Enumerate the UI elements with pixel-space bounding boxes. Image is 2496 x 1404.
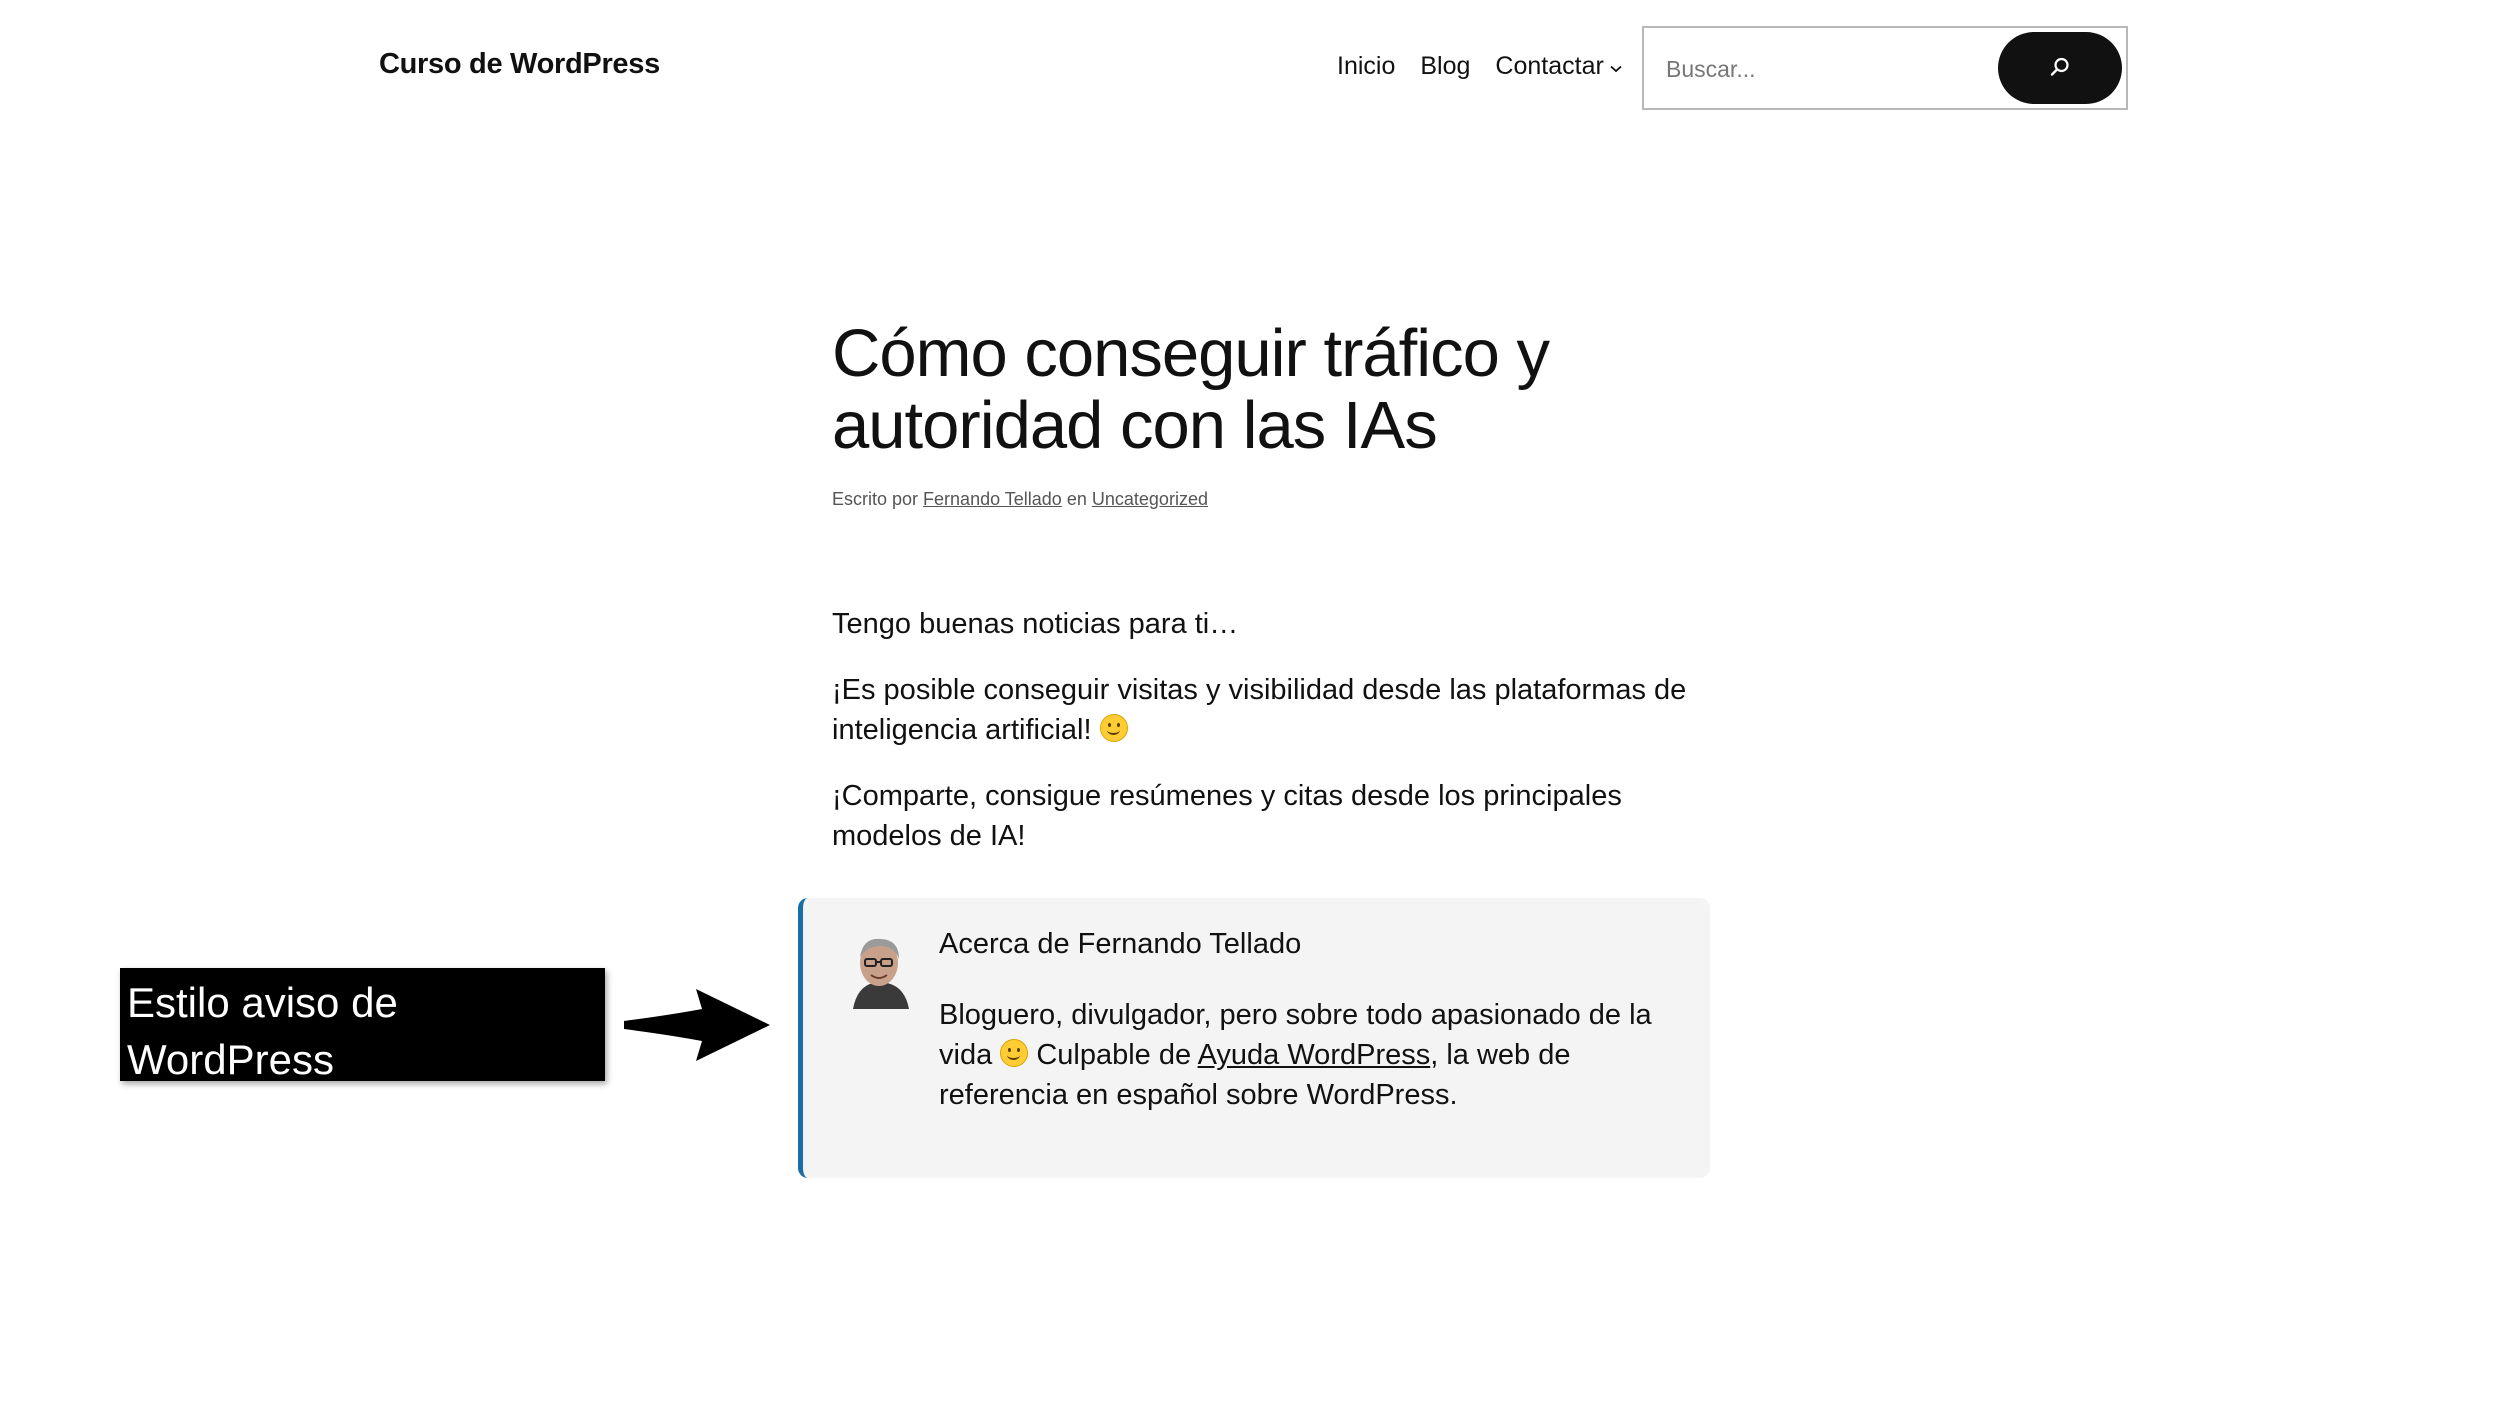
author-box-heading: Acerca de Fernando Tellado — [939, 928, 1302, 960]
smiley-emoji-icon — [1099, 714, 1128, 742]
avatar — [843, 931, 917, 1009]
author-link[interactable]: Fernando Tellado — [923, 489, 1062, 509]
annotation-callout: Estilo aviso de WordPress con borde azul — [120, 968, 605, 1140]
nav-item-inicio[interactable]: Inicio — [1337, 52, 1395, 81]
post-title: Cómo conseguir tráfico y autoridad con l… — [832, 316, 1550, 463]
callout-line: Estilo aviso de WordPress — [127, 979, 398, 1083]
paragraph-text: Tengo buenas noticias para ti… — [832, 608, 1239, 640]
author-bio-text: Culpable de — [1028, 1039, 1198, 1071]
post-content: Tengo buenas noticias para ti… ¡Es posib… — [832, 604, 1712, 882]
callout-line: con borde azul — [127, 1093, 403, 1140]
category-link[interactable]: Uncategorized — [1092, 489, 1208, 509]
chevron-down-icon — [1610, 60, 1622, 76]
byline-middle: en — [1066, 489, 1087, 509]
paragraph-text: ¡Comparte, consigue resúmenes y citas de… — [832, 780, 1622, 852]
search-form — [1642, 26, 2128, 110]
author-bio: Bloguero, divulgador, pero sobre todo ap… — [939, 995, 1679, 1115]
site-title[interactable]: Curso de WordPress — [379, 48, 660, 81]
search-button[interactable] — [1998, 32, 2122, 104]
paragraph: ¡Es posible conseguir visitas y visibili… — [832, 670, 1712, 750]
search-input[interactable] — [1664, 46, 1988, 92]
nav-item-blog[interactable]: Blog — [1420, 52, 1470, 81]
smiley-emoji-icon — [1000, 1039, 1029, 1067]
post-byline: Escrito por Fernando Tellado en Uncatego… — [832, 489, 1208, 510]
main-nav: Inicio Blog Contactar — [1337, 52, 1622, 81]
search-icon — [2049, 56, 2071, 81]
byline-prefix: Escrito por — [832, 489, 919, 509]
paragraph: Tengo buenas noticias para ti… — [832, 604, 1712, 644]
nav-item-contactar[interactable]: Contactar — [1495, 52, 1622, 81]
arrow-right-icon — [620, 985, 770, 1070]
nav-item-contactar-label: Contactar — [1495, 52, 1604, 80]
paragraph: ¡Comparte, consigue resúmenes y citas de… — [832, 776, 1712, 856]
ayuda-wordpress-link[interactable]: Ayuda WordPress — [1198, 1039, 1431, 1071]
author-box: Acerca de Fernando Tellado Bloguero, div… — [798, 898, 1710, 1178]
paragraph-text: ¡Es posible conseguir visitas y visibili… — [832, 674, 1687, 746]
